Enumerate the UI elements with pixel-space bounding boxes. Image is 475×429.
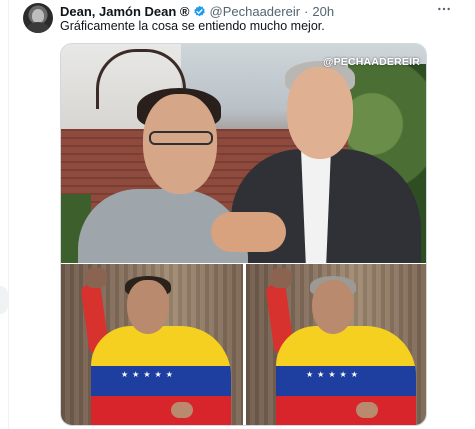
photo-watermark: @PECHAADEREIR (323, 56, 420, 68)
bottom-photo-left[interactable]: ★★★★★ (61, 264, 243, 425)
panel-person-head (127, 280, 169, 334)
bottom-photos: ★★★★★ ★★★★★ (61, 264, 426, 425)
avatar[interactable] (23, 3, 53, 33)
jacket-yellow-band (276, 326, 416, 366)
avatar-face (32, 9, 44, 23)
person-right-head (287, 67, 353, 159)
author-handle[interactable]: @Pechaadereir (210, 4, 301, 19)
tricolor-jacket: ★★★★★ (91, 326, 231, 425)
author-name[interactable]: Dean, Jamón Dean ® (60, 4, 190, 19)
more-dots-glyph (438, 7, 450, 11)
tweet[interactable]: Dean, Jamón Dean ® @Pechaadereir · 20h G… (9, 0, 475, 429)
media-container[interactable]: @PECHAADEREIR ★★★★★ ★★★★★ (60, 43, 427, 426)
jacket-yellow-band (91, 326, 231, 366)
photo-handshake (211, 212, 286, 252)
verified-badge-icon (193, 5, 205, 16)
avatar-body (27, 22, 49, 33)
person-left-glasses (149, 131, 213, 145)
tricolor-jacket: ★★★★★ (276, 326, 416, 425)
raised-fist (85, 268, 107, 288)
jacket-stars: ★★★★★ (306, 370, 362, 379)
jacket-stars: ★★★★★ (121, 370, 177, 379)
panel-person-hand (171, 402, 193, 418)
panel-person-head (312, 280, 354, 334)
tweet-header: Dean, Jamón Dean ® @Pechaadereir · 20h (60, 3, 334, 19)
bottom-photo-right[interactable]: ★★★★★ (246, 264, 426, 425)
more-horizontal-icon[interactable] (435, 0, 453, 18)
left-rail (0, 0, 9, 429)
jacket-red-band (91, 396, 231, 425)
raised-fist (270, 268, 292, 288)
jacket-red-band (276, 396, 416, 425)
scroll-handle[interactable] (0, 286, 8, 314)
panel-person-hand (356, 402, 378, 418)
tweet-text: Gráficamente la cosa se entiendo mucho m… (60, 19, 325, 33)
post-time[interactable]: 20h (312, 4, 334, 19)
top-photo[interactable]: @PECHAADEREIR (61, 44, 426, 263)
separator-dot: · (304, 3, 309, 19)
